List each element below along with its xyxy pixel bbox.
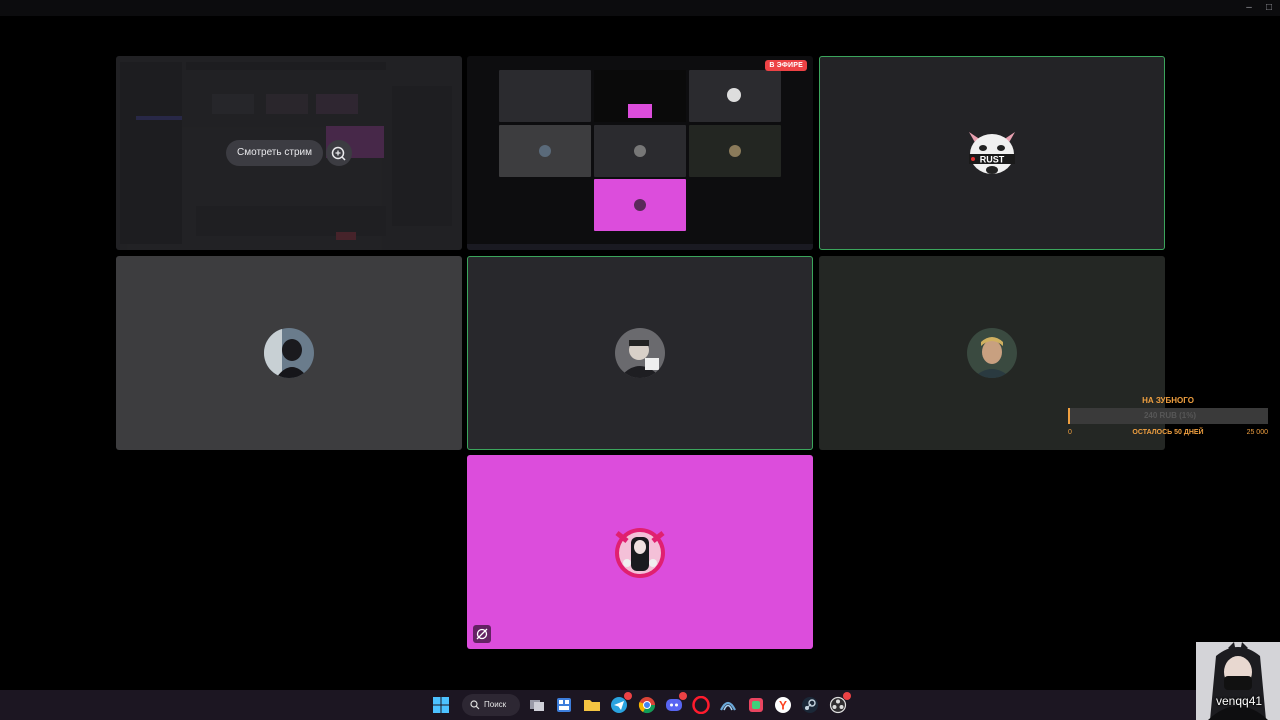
telegram-icon[interactable] [609, 692, 632, 715]
webcam-overlay: venqq41 [1196, 642, 1280, 720]
mini-stream-tile [594, 179, 686, 231]
rust-pig-avatar: RUST [963, 124, 1021, 182]
notification-badge [624, 692, 632, 700]
notification-badge [679, 692, 687, 700]
mini-stream-tile [499, 70, 591, 122]
discord-icon[interactable] [664, 692, 687, 715]
anime-avatar [611, 523, 669, 581]
live-badge: В ЭФИРЕ [765, 60, 807, 71]
muted-mic-icon [473, 625, 491, 643]
minimize-button[interactable]: – [1244, 3, 1254, 13]
mini-taskbar [467, 244, 813, 250]
join-stream-icon[interactable] [326, 140, 352, 166]
wireshark-icon[interactable] [718, 695, 738, 715]
participant-tile[interactable] [116, 256, 462, 450]
goal-amount: 240 RUB (1%) [1143, 411, 1196, 420]
donation-goal-widget: НА ЗУБНОГО 240 RUB (1%) 0 ОСТАЛОСЬ 50 ДН… [1066, 396, 1270, 440]
taskbar: Поиск Y [0, 690, 1196, 720]
obs-icon[interactable] [828, 692, 851, 715]
task-view-icon[interactable] [527, 695, 547, 715]
mini-stream-tile [499, 125, 591, 177]
mini-stream-tile [689, 70, 781, 122]
svg-text:RUST: RUST [980, 155, 1005, 165]
goal-title: НА ЗУБНОГО [1142, 396, 1194, 405]
watch-stream-button[interactable]: Смотреть стрим [226, 140, 323, 166]
participant-tile[interactable] [467, 256, 813, 450]
goal-max: 25 000 [1246, 429, 1268, 436]
webcam-feed [1196, 642, 1280, 720]
user-avatar [615, 328, 665, 378]
svg-text:Y: Y [779, 699, 787, 713]
participant-tile-pink[interactable] [467, 455, 813, 649]
user-avatar [967, 328, 1017, 378]
taskbar-search[interactable]: Поиск [462, 694, 520, 716]
live-stream-tile[interactable]: В ЭФИРЕ [467, 56, 813, 250]
goal-progress-bar: 240 RUB (1%) [1068, 408, 1268, 424]
search-icon [470, 700, 480, 710]
participant-tile-rust[interactable]: RUST [819, 56, 1165, 250]
webcam-username: venqq41 [1216, 694, 1263, 708]
widgets-icon[interactable] [554, 695, 574, 715]
mini-stream-tile [594, 70, 686, 122]
opera-icon[interactable] [691, 695, 711, 715]
search-label: Поиск [484, 700, 507, 709]
yandex-icon[interactable]: Y [773, 695, 793, 715]
steam-icon[interactable] [800, 695, 820, 715]
mini-stream-tile [689, 125, 781, 177]
mini-stream-tile [594, 125, 686, 177]
stream-preview-tile[interactable]: Смотреть стрим [116, 56, 462, 250]
user-avatar [264, 328, 314, 378]
windows-start-icon[interactable] [431, 695, 451, 715]
notification-badge [843, 692, 851, 700]
file-explorer-icon[interactable] [582, 695, 602, 715]
maximize-button[interactable]: □ [1264, 3, 1274, 13]
wechat-icon[interactable] [746, 695, 766, 715]
goal-remaining: ОСТАЛОСЬ 50 ДНЕЙ [1132, 429, 1204, 436]
window-titlebar: – □ [0, 0, 1280, 16]
chrome-icon[interactable] [637, 695, 657, 715]
